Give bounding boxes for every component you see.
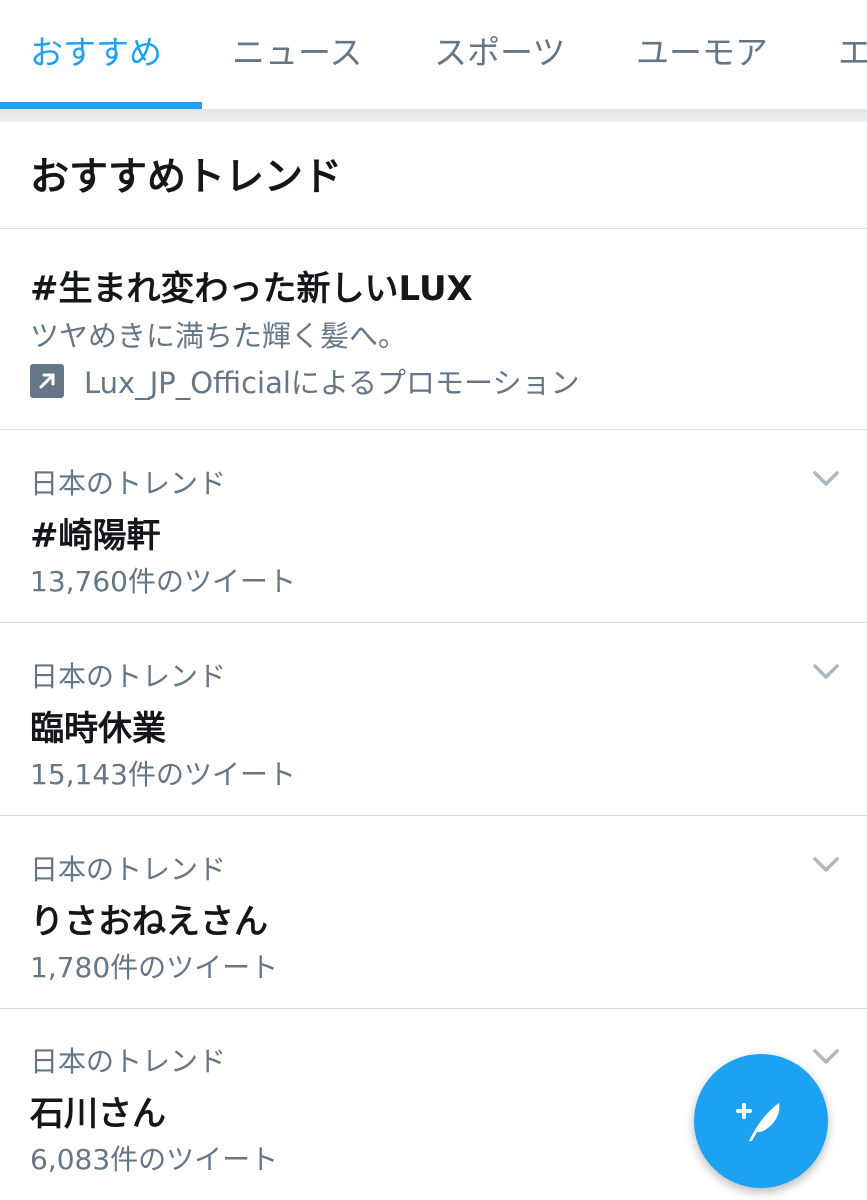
tab-sports[interactable]: スポーツ xyxy=(434,0,565,106)
trend-tweet-count: 1,780件のツイート xyxy=(30,951,279,984)
compose-tweet-button[interactable] xyxy=(694,1054,828,1188)
tab-humor[interactable]: ユーモア xyxy=(636,0,768,106)
trend-item[interactable]: 日本のトレンド #崎陽軒 13,760件のツイート xyxy=(0,430,867,623)
trend-name: #崎陽軒 xyxy=(30,516,161,556)
category-tab-bar: おすすめ ニュース スポーツ ユーモア エ xyxy=(0,0,867,110)
tab-bar-shadow xyxy=(0,109,867,122)
promoted-arrow-icon xyxy=(30,364,64,398)
trend-name: 臨時休業 xyxy=(30,709,166,749)
trend-context: 日本のトレンド xyxy=(30,660,227,693)
tab-recommended[interactable]: おすすめ xyxy=(30,0,162,106)
trend-tweet-count: 6,083件のツイート xyxy=(30,1143,279,1176)
tab-entertainment[interactable]: エ xyxy=(838,0,867,106)
chevron-down-icon[interactable] xyxy=(811,468,841,490)
promoted-by-label: Lux_JP_Officialによるプロモーション xyxy=(84,366,580,400)
explore-screen: おすすめ ニュース スポーツ ユーモア エ おすすめトレンド #生まれ変わった新… xyxy=(0,0,867,1200)
active-tab-indicator xyxy=(0,102,202,109)
trend-context: 日本のトレンド xyxy=(30,1045,227,1078)
trend-context: 日本のトレンド xyxy=(30,853,227,886)
section-header: おすすめトレンド xyxy=(0,122,867,229)
trend-item[interactable]: 日本のトレンド 臨時休業 15,143件のツイート xyxy=(0,623,867,816)
trend-name: りさおねえさん xyxy=(30,902,268,942)
compose-tweet-icon xyxy=(736,1103,780,1141)
trend-context: 日本のトレンド xyxy=(30,467,227,500)
chevron-down-icon[interactable] xyxy=(811,854,841,876)
chevron-down-icon[interactable] xyxy=(811,1046,841,1068)
promoted-trend[interactable]: #生まれ変わった新しいLUX ツヤめきに満ちた輝く髪へ。 Lux_JP_Offi… xyxy=(0,229,867,430)
promoted-trend-title: #生まれ変わった新しいLUX xyxy=(30,269,473,309)
trend-tweet-count: 15,143件のツイート xyxy=(30,758,296,791)
section-title: おすすめトレンド xyxy=(30,155,343,200)
trend-tweet-count: 13,760件のツイート xyxy=(30,565,296,598)
trend-name: 石川さん xyxy=(30,1094,166,1134)
promoted-by-line: Lux_JP_Officialによるプロモーション xyxy=(30,361,579,401)
promoted-trend-description: ツヤめきに満ちた輝く髪へ。 xyxy=(30,319,408,353)
tab-news[interactable]: ニュース xyxy=(232,0,362,106)
trend-item[interactable]: 日本のトレンド りさおねえさん 1,780件のツイート xyxy=(0,816,867,1009)
chevron-down-icon[interactable] xyxy=(811,661,841,683)
